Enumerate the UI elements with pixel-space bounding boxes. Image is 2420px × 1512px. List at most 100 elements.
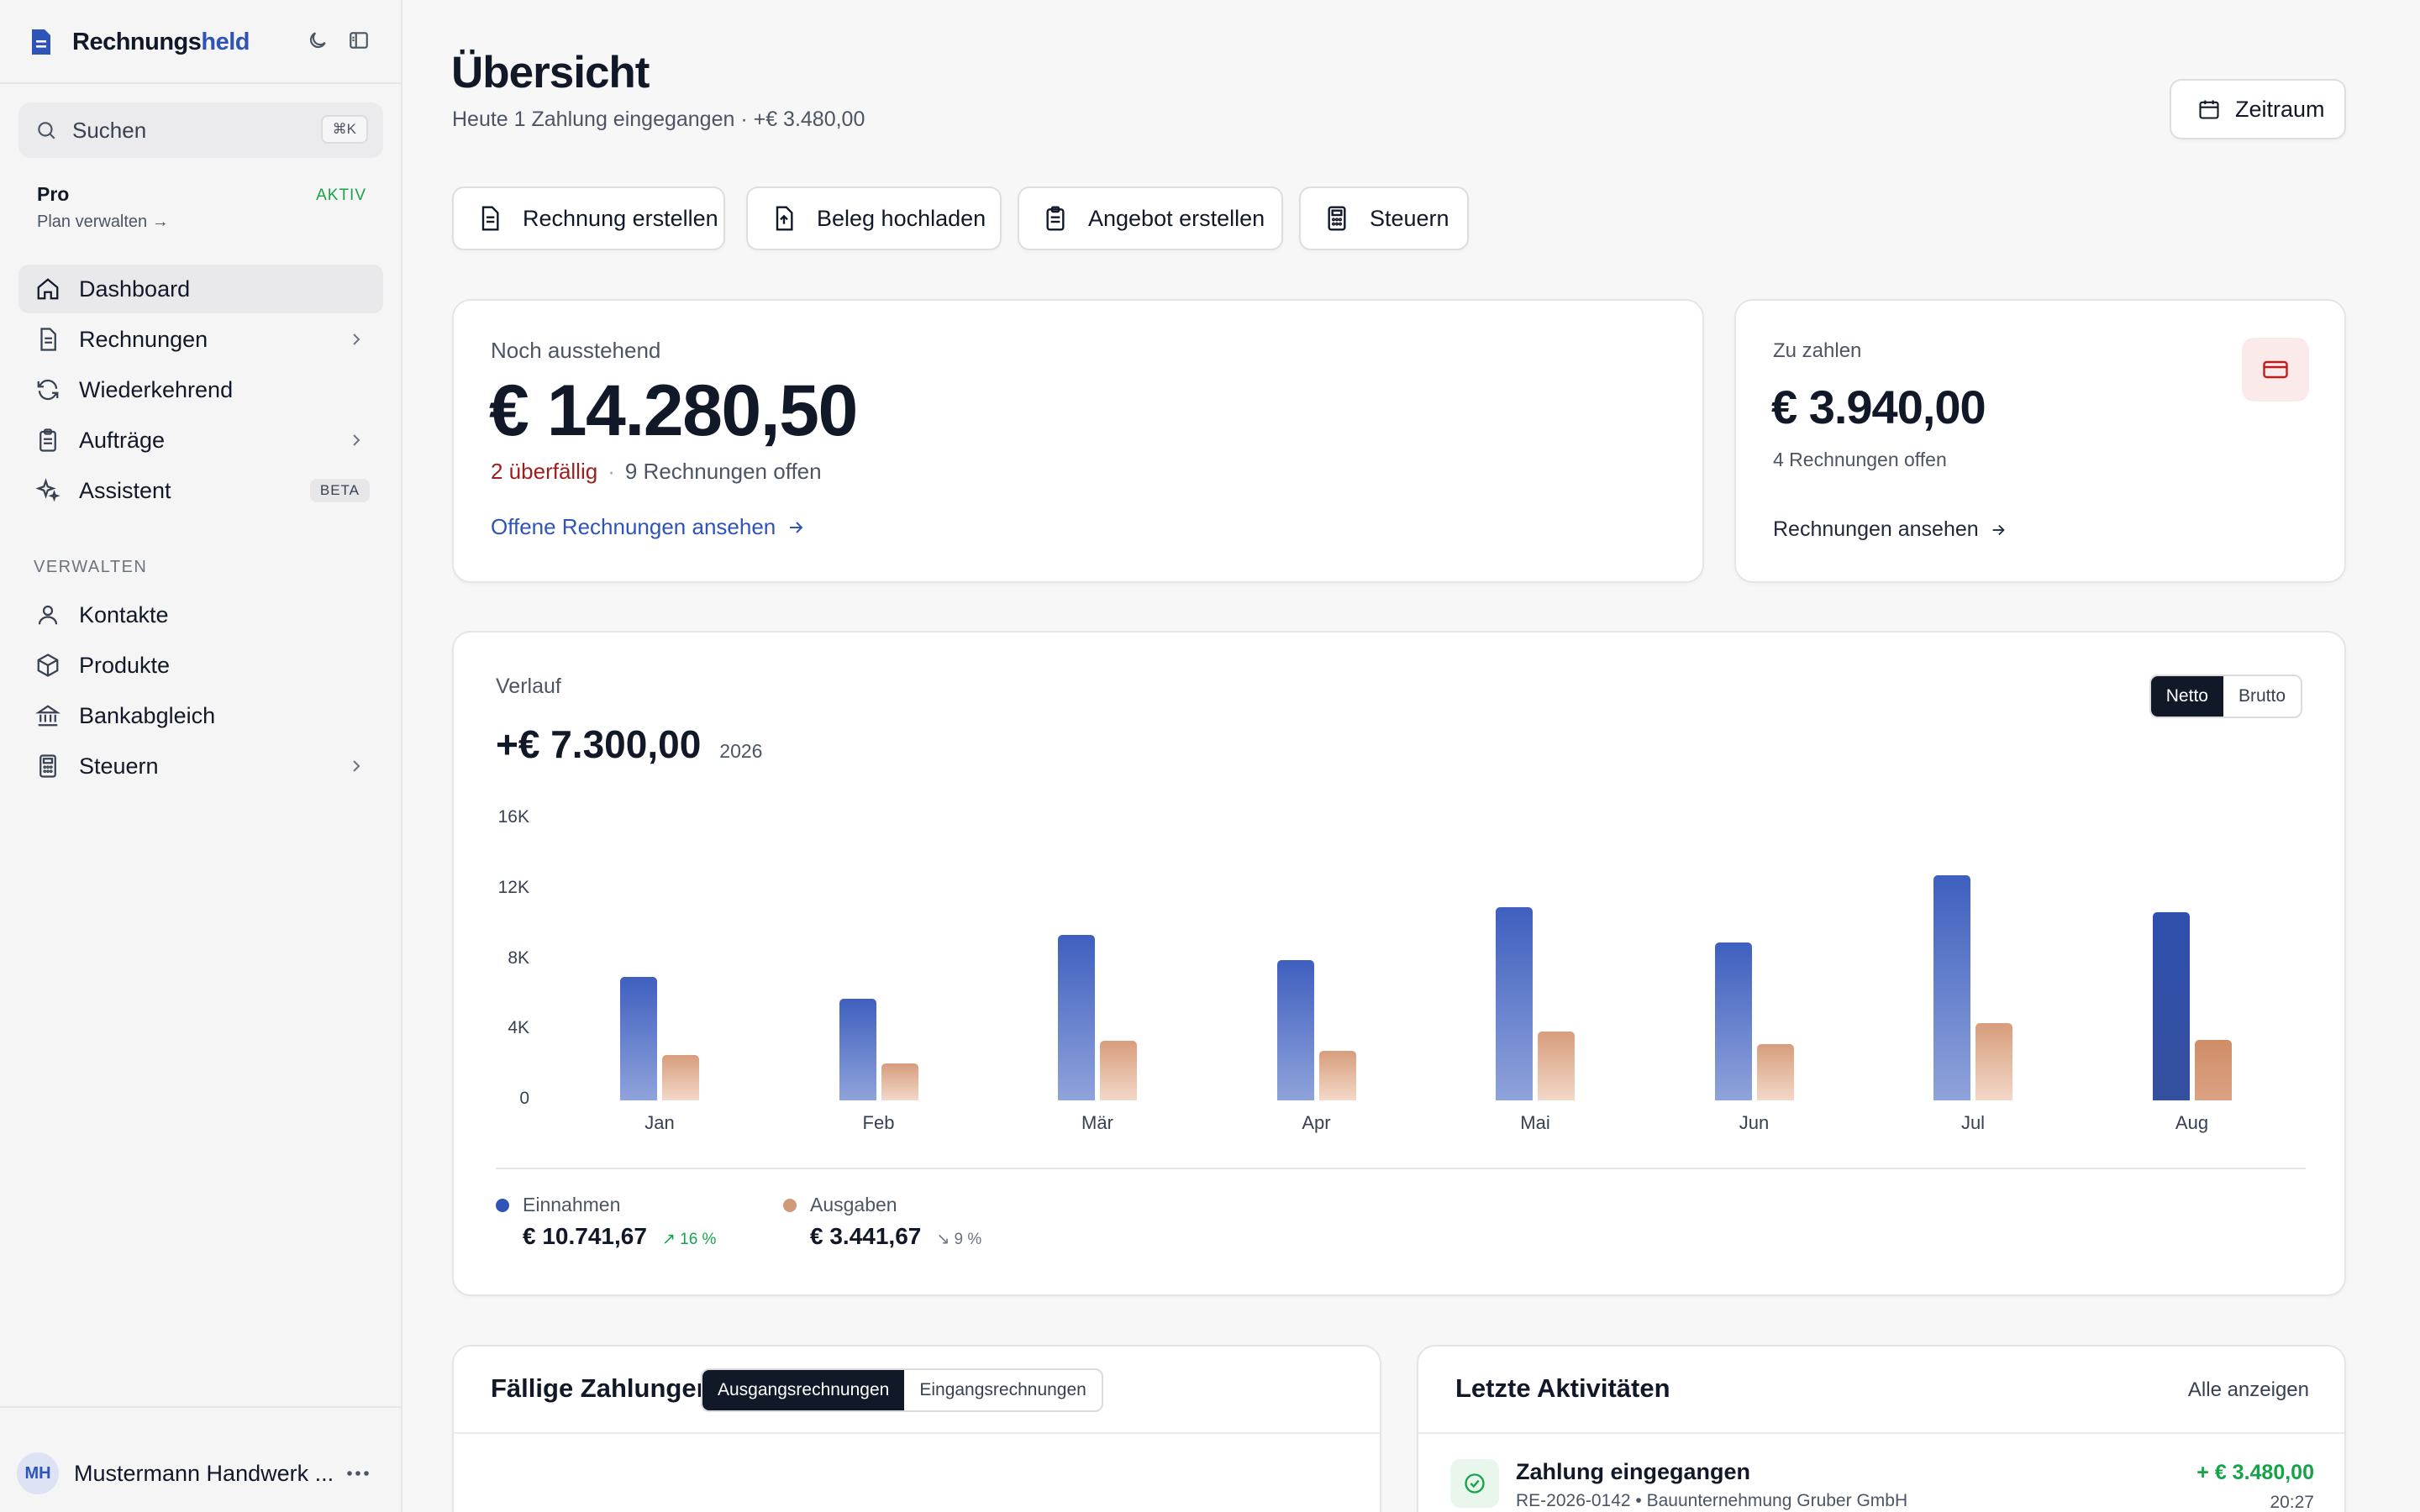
x-tick-label: Mai	[1520, 1112, 1550, 1133]
legend-change: ↗ 16 %	[661, 1231, 717, 1248]
sidebar-item-auftraege[interactable]: Aufträge	[18, 416, 383, 465]
sparkles-icon	[34, 476, 62, 505]
tab-eingangsrechnungen[interactable]: Eingangsrechnungen	[904, 1370, 1102, 1410]
activities-card: Letzte Aktivitäten Alle anzeigen Zahlung…	[1417, 1345, 2346, 1512]
button-label: Rechnung erstellen	[523, 205, 718, 231]
sidebar-item-kontakte[interactable]: Kontakte	[18, 591, 383, 639]
divider	[0, 82, 402, 84]
sidebar-item-produkte[interactable]: Produkte	[18, 641, 383, 690]
sidebar-toggle-icon[interactable]	[345, 27, 372, 54]
sidebar-item-label: Wiederkehrend	[79, 376, 234, 402]
sidebar-item-bankabgleich[interactable]: Bankabgleich	[18, 691, 383, 740]
divider	[0, 1406, 402, 1408]
due-payments-card: Fällige Zahlungen Ausgangsrechnungen Ein…	[452, 1345, 1381, 1512]
section-label-verwalten: VERWALTEN	[34, 558, 148, 576]
upload-file-icon	[770, 204, 798, 233]
calendar-icon	[2195, 95, 2223, 123]
sidebar-item-label: Rechnungen	[79, 326, 208, 352]
payable-open-count: 4 Rechnungen offen	[1773, 449, 1947, 470]
create-invoice-button[interactable]: Rechnung erstellen	[452, 186, 725, 250]
payable-invoices-link[interactable]: Rechnungen ansehen	[1773, 517, 2007, 542]
x-tick-label: Jun	[1739, 1112, 1770, 1133]
due-payments-title: Fällige Zahlungen	[491, 1373, 713, 1403]
sidebar-item-label: Dashboard	[79, 276, 191, 302]
brand[interactable]: Rechnungsheld	[30, 25, 250, 59]
outstanding-amount: € 14.280,50	[489, 370, 858, 451]
user-name: Mustermann Handwerk ...	[74, 1460, 334, 1486]
bar-einnahmen[interactable]	[1276, 959, 1314, 1100]
create-offer-button[interactable]: Angebot erstellen	[1018, 186, 1283, 250]
bar-ausgaben[interactable]	[662, 1054, 699, 1100]
sidebar-item-label: Aufträge	[79, 427, 166, 453]
x-tick-label: Aug	[2175, 1112, 2209, 1133]
y-tick-label: 16K	[497, 807, 529, 827]
link-label: Offene Rechnungen ansehen	[491, 514, 776, 539]
sidebar-item-wiederkehrend[interactable]: Wiederkehrend	[18, 365, 383, 414]
show-all-link[interactable]: Alle anzeigen	[2188, 1378, 2309, 1402]
bar-ausgaben[interactable]	[1318, 1051, 1356, 1100]
legend-value: € 10.741,67	[523, 1223, 647, 1249]
legend-income: Einnahmen € 10.741,67 ↗ 16 %	[496, 1194, 716, 1250]
bar-einnahmen[interactable]	[1714, 942, 1752, 1100]
x-tick-label: Mär	[1081, 1112, 1113, 1133]
activity-time: 20:27	[2270, 1493, 2314, 1512]
sidebar-item-assistent[interactable]: Assistent BETA	[18, 466, 383, 515]
bar-ausgaben[interactable]	[881, 1063, 918, 1100]
bar-einnahmen[interactable]	[620, 977, 657, 1100]
page-subtitle: Heute 1 Zahlung eingegangen · +€ 3.480,0…	[452, 108, 865, 131]
bar-einnahmen[interactable]	[2152, 911, 2190, 1100]
bar-einnahmen[interactable]	[1496, 906, 1533, 1100]
tab-ausgangsrechnungen[interactable]: Ausgangsrechnungen	[702, 1370, 905, 1410]
history-chart: 0 4K 8K 12K 16K Jan Feb Mär Apr Mai Jun Jul Aug	[454, 633, 2348, 1298]
document-icon	[34, 325, 62, 354]
bar-ausgaben[interactable]	[2194, 1039, 2232, 1100]
avatar: MH	[17, 1452, 59, 1494]
y-tick-label: 12K	[497, 877, 529, 897]
legend-swatch	[783, 1198, 797, 1212]
chevron-right-icon	[353, 434, 360, 446]
moon-icon[interactable]	[304, 27, 331, 54]
sidebar-item-label: Bankabgleich	[79, 702, 216, 728]
chevron-right-icon	[353, 760, 360, 772]
sidebar-item-steuern[interactable]: Steuern	[18, 742, 383, 790]
sidebar-item-label: Produkte	[79, 652, 171, 678]
search-input[interactable]: Suchen ⌘K	[18, 102, 383, 158]
legend-name: Ausgaben	[810, 1194, 897, 1215]
beta-badge: BETA	[309, 479, 370, 502]
sidebar-item-rechnungen[interactable]: Rechnungen	[18, 315, 383, 364]
due-payments-tabs[interactable]: Ausgangsrechnungen Eingangsrechnungen	[701, 1368, 1103, 1412]
open-invoices-count: 9 Rechnungen offen	[624, 459, 822, 484]
credit-card-icon	[2242, 338, 2309, 402]
bar-einnahmen[interactable]	[839, 998, 876, 1100]
bar-ausgaben[interactable]	[1975, 1022, 2012, 1100]
sidebar-item-label: Kontakte	[79, 601, 169, 627]
bar-einnahmen[interactable]	[1933, 875, 1970, 1100]
payable-card: Zu zahlen € 3.940,00 4 Rechnungen offen …	[1734, 299, 2346, 583]
history-card: Verlauf +€ 7.300,00 2026 Netto Brutto 04…	[452, 631, 2346, 1296]
upload-receipt-button[interactable]: Beleg hochladen	[746, 186, 1002, 250]
search-placeholder: Suchen	[72, 117, 147, 143]
box-icon	[34, 651, 62, 680]
bank-icon	[34, 701, 62, 730]
sidebar-item-dashboard[interactable]: Dashboard	[18, 265, 383, 313]
legend-change: ↘ 9 %	[936, 1231, 982, 1248]
y-tick-label: 0	[519, 1089, 529, 1108]
button-label: Steuern	[1370, 205, 1449, 231]
calculator-icon	[1323, 204, 1351, 233]
bar-einnahmen[interactable]	[1058, 935, 1095, 1100]
home-icon	[34, 275, 62, 303]
plan-manage-link[interactable]: Plan verwalten →	[37, 213, 366, 232]
button-label: Beleg hochladen	[817, 205, 986, 231]
bar-ausgaben[interactable]	[1538, 1032, 1575, 1100]
bar-ausgaben[interactable]	[1100, 1040, 1137, 1100]
chart-divider	[496, 1168, 2306, 1169]
user-account[interactable]: MH Mustermann Handwerk ...	[17, 1450, 387, 1497]
user-icon	[34, 601, 62, 629]
taxes-button[interactable]: Steuern	[1299, 186, 1469, 250]
open-invoices-link[interactable]: Offene Rechnungen ansehen	[491, 514, 806, 540]
legend-name: Einnahmen	[523, 1194, 621, 1215]
bar-ausgaben[interactable]	[1756, 1044, 1794, 1100]
more-icon[interactable]	[345, 1463, 371, 1483]
page-title: Übersicht	[451, 48, 650, 97]
period-button[interactable]: Zeitraum	[2170, 79, 2346, 139]
